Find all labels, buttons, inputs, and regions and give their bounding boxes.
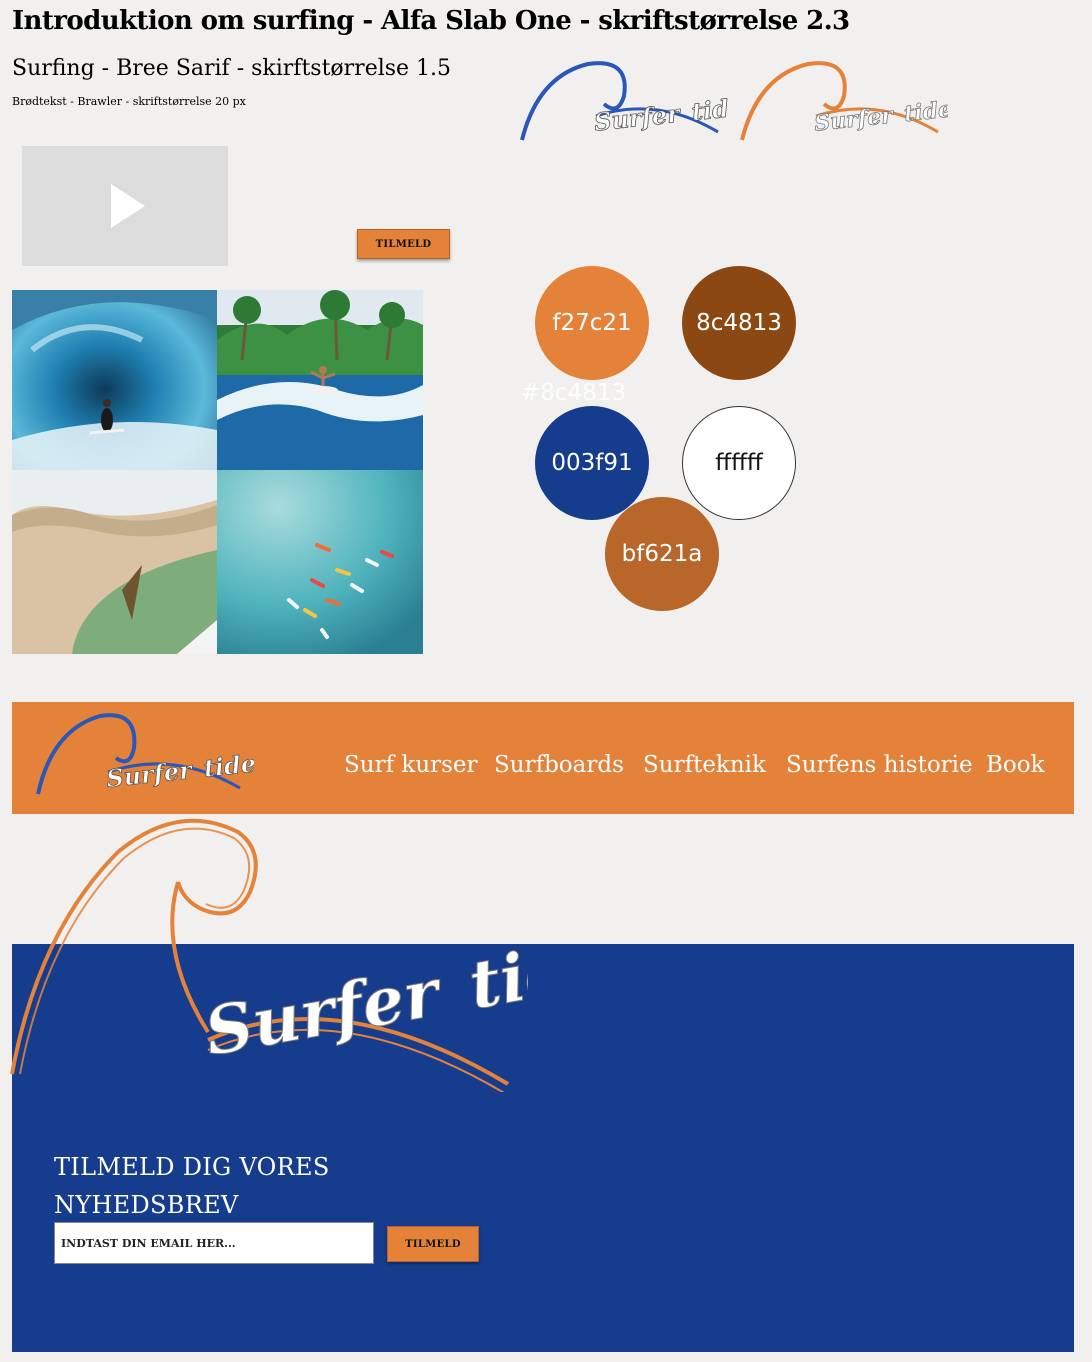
body-text-sample: Brødtekst - Brawler - skriftstørrelse 20… [12, 95, 246, 108]
newsletter-title-line1: TILMELD DIG VORES [54, 1153, 330, 1181]
svg-text:Surfer tide: Surfer tide [593, 92, 728, 137]
swatch-blue: 003f91 [535, 406, 649, 520]
nav-item-book[interactable]: Book [986, 752, 1045, 778]
svg-text:Surfer tide: Surfer tide [813, 96, 948, 136]
video-player[interactable] [22, 146, 228, 266]
photo-barrel-wave [12, 290, 217, 470]
svg-text:Surfer tide: Surfer tide [105, 748, 254, 793]
nav-item-surf-kurser[interactable]: Surf kurser [344, 752, 478, 778]
svg-text:Surfer tide: Surfer tide [199, 923, 528, 1071]
nav-item-surfboards[interactable]: Surfboards [494, 752, 624, 778]
logo-word-tide: tide [463, 923, 528, 1025]
newsletter-submit-button[interactable]: TILMELD [387, 1226, 479, 1262]
swatch-orange: f27c21 [535, 266, 649, 380]
logo-blue-variant: Surfer tide [518, 56, 746, 148]
swatch-rust: bf621a [605, 497, 719, 611]
footer-logo: Surfer tide [10, 818, 528, 1092]
newsletter-title-line2: NYHEDSBREV [54, 1191, 239, 1219]
photo-surfboard-sand [12, 470, 217, 654]
photo-aerial-boards [217, 470, 423, 654]
logo-word-surfer: Surfer [199, 952, 449, 1070]
swatch-ghost-label: #8c4813 [521, 380, 627, 406]
photo-palm-surfer [217, 290, 423, 470]
logo-word-tide: tide [202, 748, 254, 782]
swatch-white: ffffff [682, 406, 796, 520]
nav-item-surfens-historie[interactable]: Surfens historie [786, 752, 973, 778]
play-icon[interactable] [111, 184, 145, 228]
signup-button[interactable]: TILMELD [357, 229, 450, 259]
nav-item-surfteknik[interactable]: Surfteknik [643, 752, 766, 778]
subheading-sample: Surfing - Bree Sarif - skirftstørrelse 1… [12, 56, 452, 81]
newsletter-title: TILMELD DIG VORES NYHEDSBREV [54, 1148, 330, 1224]
email-field[interactable] [54, 1222, 374, 1264]
heading-sample: Introduktion om surfing - Alfa Slab One … [12, 6, 850, 36]
nav-logo[interactable]: Surfer tide [34, 708, 254, 804]
photo-collage [12, 290, 423, 654]
logo-orange-variant: Surfer tide [738, 56, 954, 148]
logo-word-tide: tide [690, 92, 728, 126]
swatch-brown: 8c4813 [682, 266, 796, 380]
logo-word-tide: tide [903, 96, 948, 127]
nav-bar: Surfer tide Surf kurser Surfboards Surft… [12, 702, 1074, 814]
